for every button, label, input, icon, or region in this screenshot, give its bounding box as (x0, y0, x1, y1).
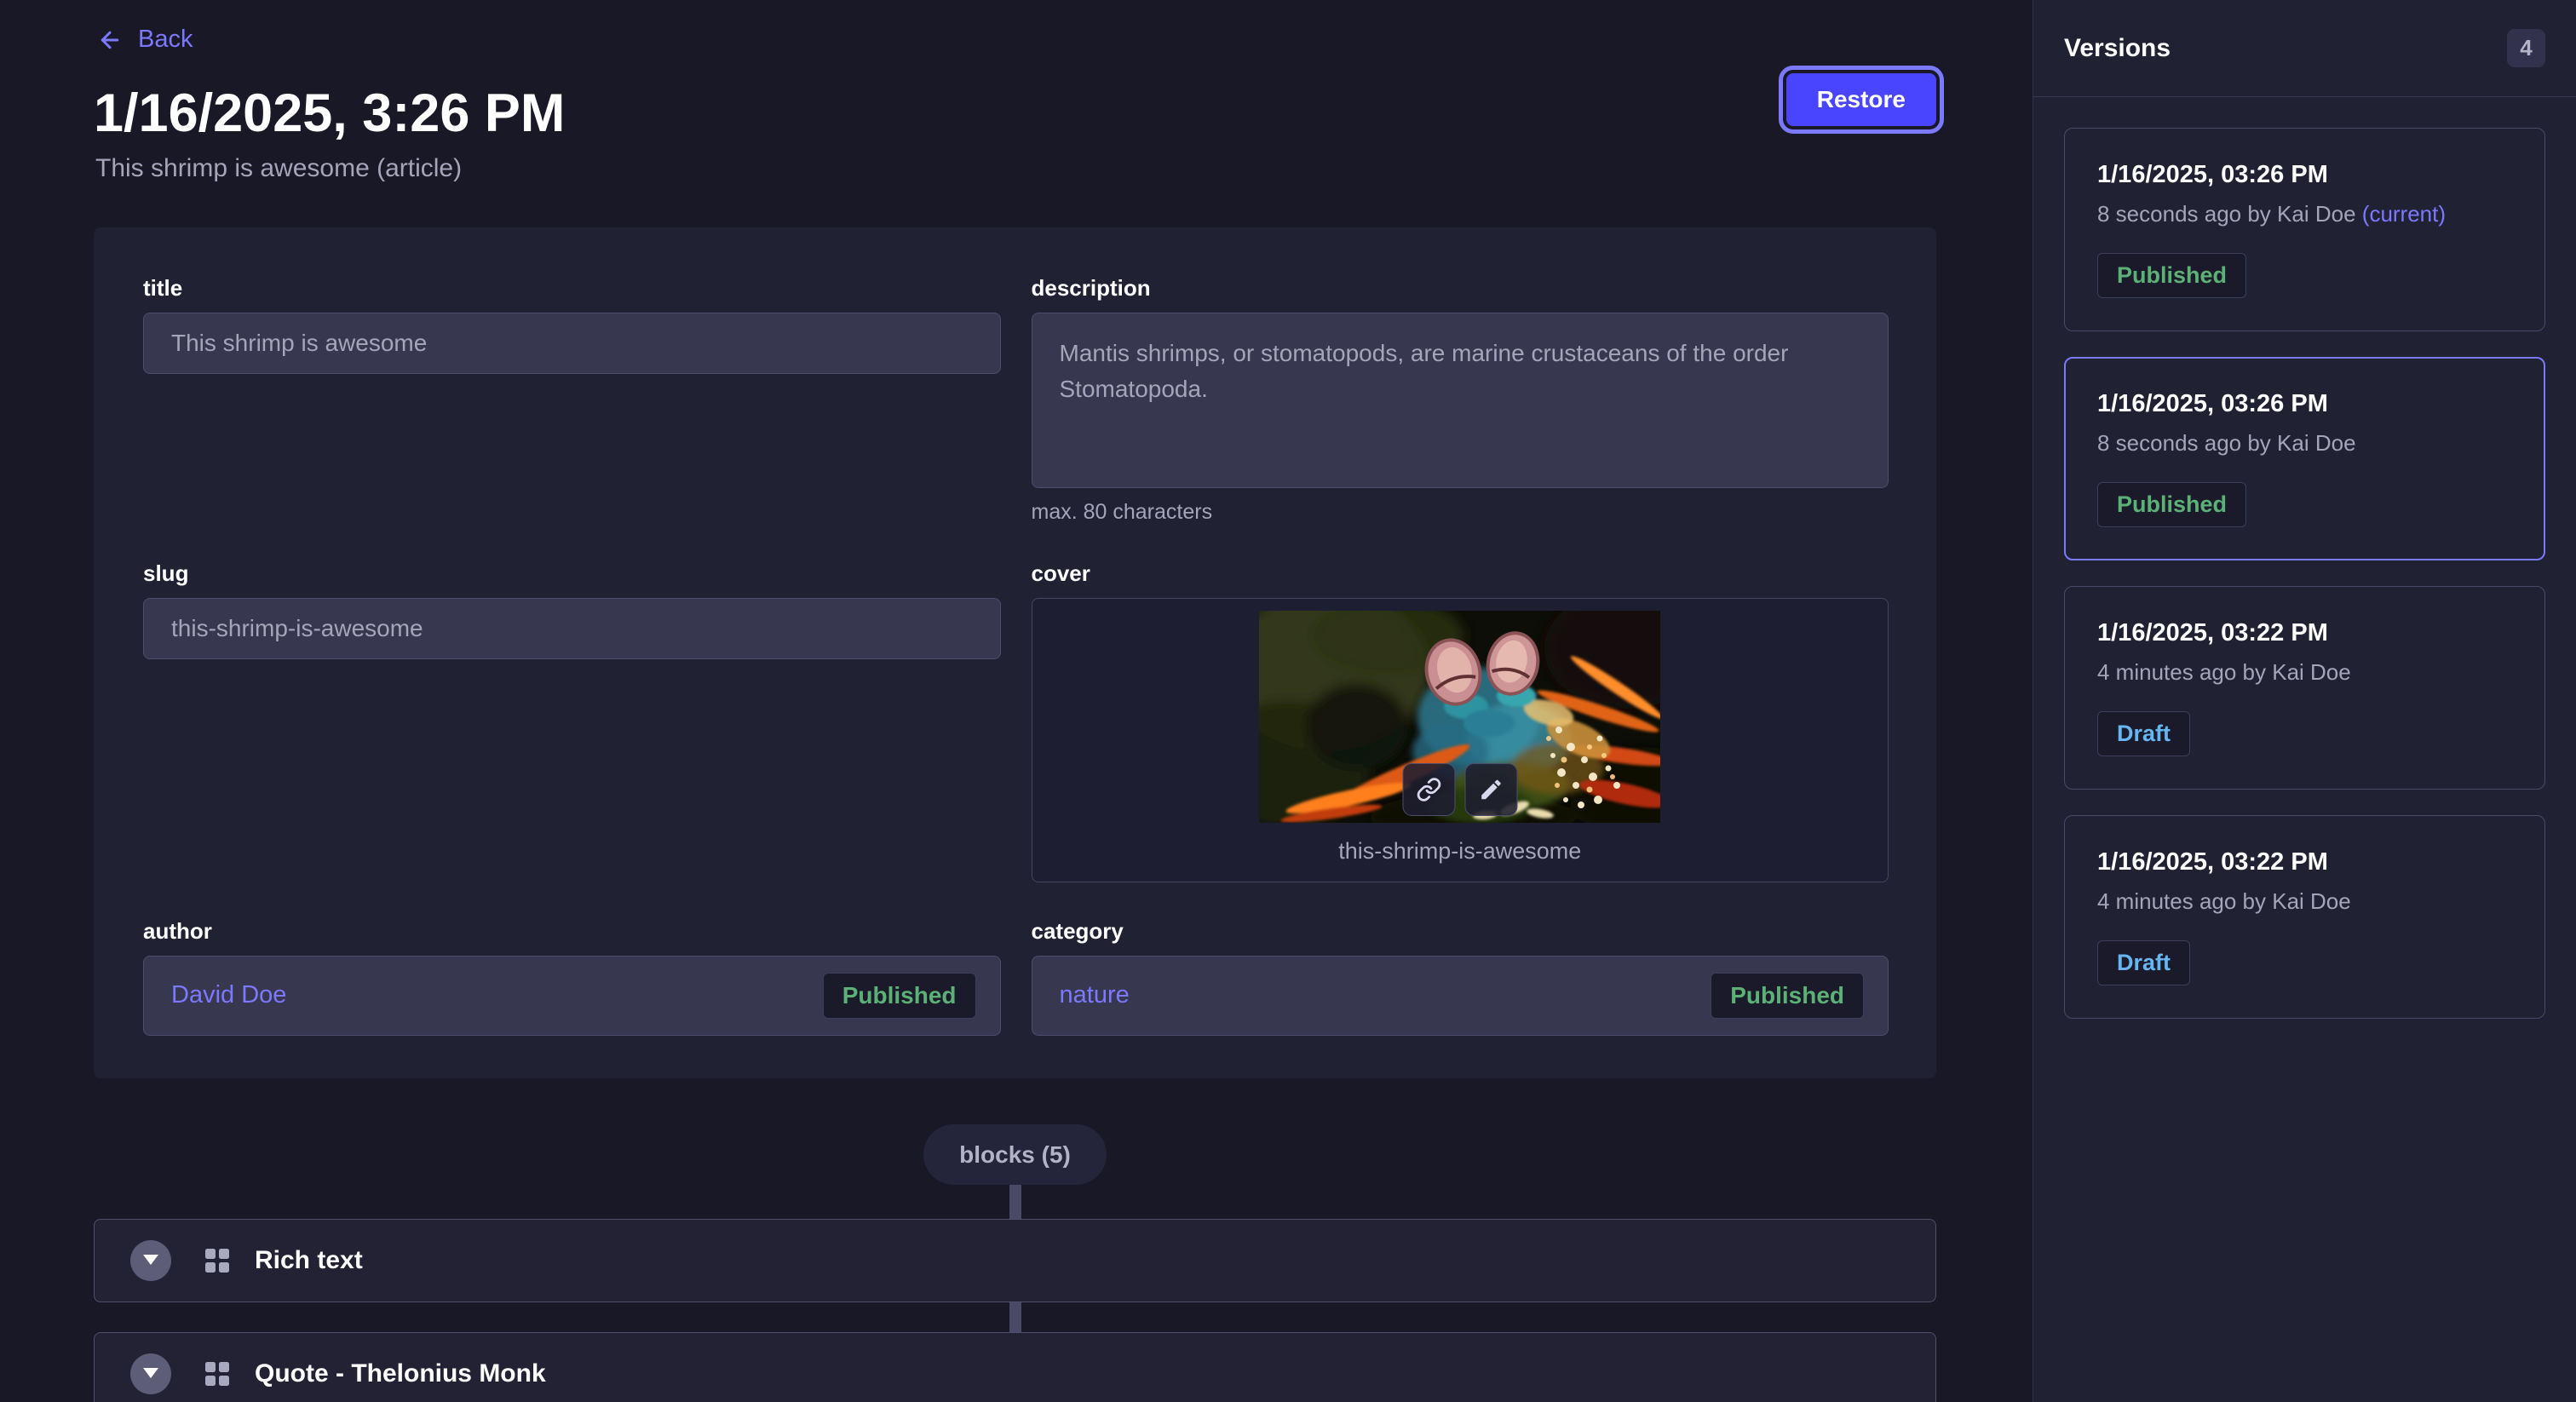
cover-photo (1259, 611, 1660, 823)
drag-handle-icon (205, 1362, 229, 1386)
drag-handle-icon (205, 1249, 229, 1273)
slug-label: slug (143, 560, 1001, 586)
slug-input: this-shrimp-is-awesome (143, 598, 1001, 659)
version-card-1[interactable]: 1/16/2025, 03:26 PM 8 seconds ago by Kai… (2064, 128, 2545, 331)
version-card-2-selected[interactable]: 1/16/2025, 03:26 PM 8 seconds ago by Kai… (2064, 357, 2545, 560)
version-status-badge: Published (2097, 253, 2246, 298)
title-input: This shrimp is awesome (143, 313, 1001, 374)
accordion-toggle-button[interactable] (130, 1353, 171, 1394)
block-accordion-quote[interactable]: Quote - Thelonius Monk (94, 1332, 1936, 1402)
category-relation: nature Published (1032, 956, 1889, 1036)
block-accordion-rich-text[interactable]: Rich text (94, 1219, 1936, 1302)
cover-filename: this-shrimp-is-awesome (1338, 838, 1581, 865)
author-relation: David Doe Published (143, 956, 1001, 1036)
version-fields-panel: title This shrimp is awesome description… (94, 227, 1936, 1078)
field-description: description Mantis shrimps, or stomatopo… (1032, 275, 1889, 525)
version-meta: 8 seconds ago by Kai Doe (current) (2097, 201, 2512, 227)
version-date: 1/16/2025, 03:26 PM (2097, 390, 2512, 418)
cover-card: this-shrimp-is-awesome (1032, 598, 1889, 882)
version-status-badge: Draft (2097, 711, 2190, 756)
category-label: category (1032, 918, 1889, 944)
description-label: description (1032, 275, 1889, 301)
versions-sidebar: Versions 4 1/16/2025, 03:26 PM 8 seconds… (2033, 0, 2576, 1402)
field-author: author David Doe Published (143, 918, 1001, 1036)
version-date: 1/16/2025, 03:22 PM (2097, 848, 2512, 876)
main-content: Back 1/16/2025, 3:26 PM This shrimp is a… (0, 0, 2033, 1402)
edit-cover-button[interactable] (1464, 763, 1517, 816)
description-hint: max. 80 characters (1032, 500, 1889, 525)
field-slug: slug this-shrimp-is-awesome (143, 560, 1001, 882)
version-card-4[interactable]: 1/16/2025, 03:22 PM 4 minutes ago by Kai… (2064, 815, 2545, 1019)
version-history-page: Back 1/16/2025, 3:26 PM This shrimp is a… (0, 0, 2576, 1402)
back-label: Back (138, 26, 193, 54)
cover-actions (1402, 763, 1517, 816)
back-link[interactable]: Back (95, 26, 193, 54)
blocks-pill-row: blocks (5) (94, 1124, 1936, 1185)
page-subtitle: This shrimp is awesome (article) (95, 154, 2033, 183)
version-date: 1/16/2025, 03:22 PM (2097, 619, 2512, 647)
category-status-badge: Published (1711, 973, 1864, 1019)
copy-link-button[interactable] (1402, 763, 1455, 816)
version-meta: 8 seconds ago by Kai Doe (2097, 430, 2512, 457)
version-date: 1/16/2025, 03:26 PM (2097, 161, 2512, 189)
author-label: author (143, 918, 1001, 944)
block-label: Quote - Thelonius Monk (255, 1359, 546, 1388)
restore-button[interactable]: Restore (1786, 73, 1936, 126)
version-card-3[interactable]: 1/16/2025, 03:22 PM 4 minutes ago by Kai… (2064, 586, 2545, 790)
accordion-toggle-button[interactable] (130, 1240, 171, 1281)
versions-count-badge: 4 (2507, 29, 2545, 67)
version-status-badge: Published (2097, 482, 2246, 527)
pencil-icon (1478, 777, 1504, 802)
chevron-down-icon (143, 1368, 158, 1379)
current-version-tag: (current) (2362, 201, 2446, 227)
version-meta: 4 minutes ago by Kai Doe (2097, 888, 2512, 915)
blocks-count-pill: blocks (5) (923, 1124, 1107, 1185)
blocks-connector (1009, 1302, 1021, 1332)
blocks-connector (1009, 1185, 1021, 1219)
versions-header: Versions 4 (2033, 0, 2576, 97)
versions-title: Versions (2064, 34, 2171, 63)
version-status-badge: Draft (2097, 940, 2190, 985)
title-label: title (143, 275, 1001, 301)
link-icon (1416, 777, 1441, 802)
cover-label: cover (1032, 560, 1889, 586)
field-category: category nature Published (1032, 918, 1889, 1036)
author-status-badge: Published (823, 973, 976, 1019)
description-textarea: Mantis shrimps, or stomatopods, are mari… (1032, 313, 1889, 488)
author-link[interactable]: David Doe (171, 981, 286, 1009)
chevron-down-icon (143, 1255, 158, 1266)
versions-list: 1/16/2025, 03:26 PM 8 seconds ago by Kai… (2033, 97, 2576, 1049)
field-cover: cover (1032, 560, 1889, 882)
arrow-left-icon (95, 27, 124, 53)
block-label: Rich text (255, 1246, 363, 1275)
version-meta: 4 minutes ago by Kai Doe (2097, 659, 2512, 686)
field-title: title This shrimp is awesome (143, 275, 1001, 525)
page-title: 1/16/2025, 3:26 PM (94, 83, 2033, 144)
category-link[interactable]: nature (1060, 981, 1130, 1009)
